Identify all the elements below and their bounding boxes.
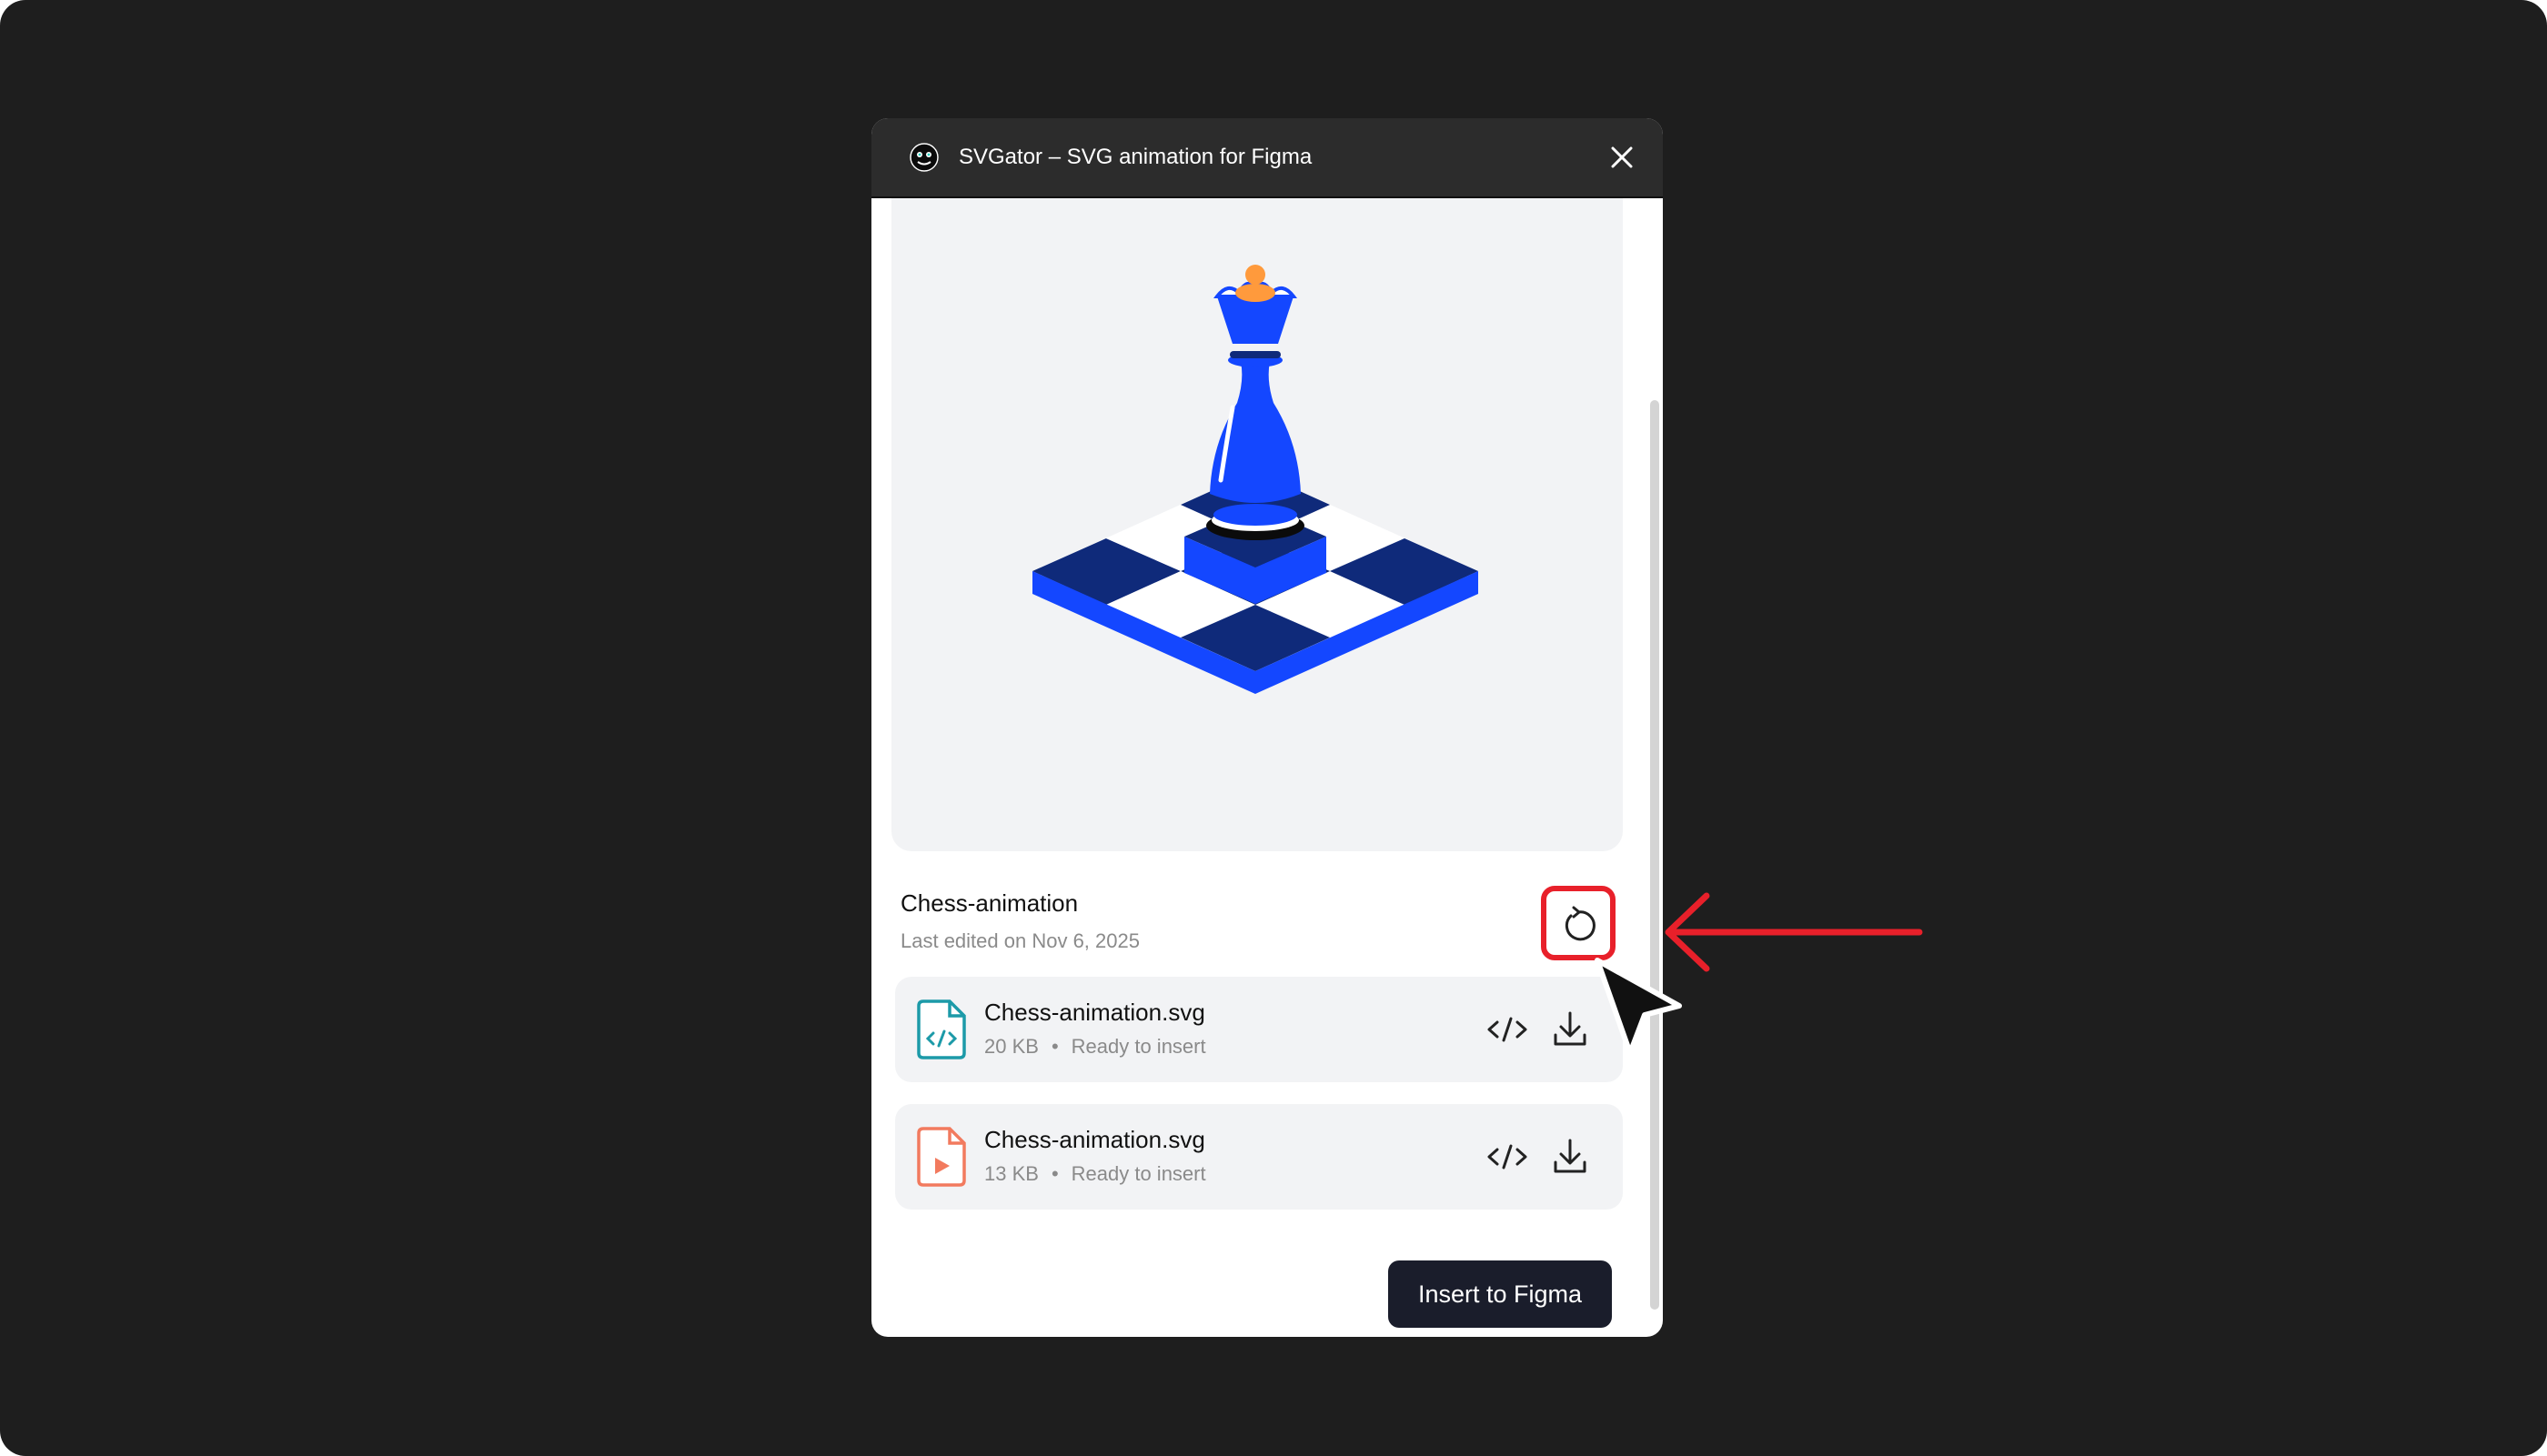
- mouse-cursor-icon: [1592, 955, 1692, 1064]
- file-name: Chess-animation.svg: [984, 999, 1205, 1026]
- meta-separator: •: [1051, 1035, 1059, 1058]
- app-backdrop: SVGator – SVG animation for Figma Chess-…: [0, 0, 2547, 1456]
- embed-code-icon[interactable]: [1485, 1139, 1530, 1175]
- scrollbar-thumb[interactable]: [1650, 400, 1659, 1310]
- close-icon[interactable]: [1604, 139, 1640, 176]
- svg-code-file-icon: [915, 999, 968, 1060]
- animation-preview: [891, 198, 1623, 851]
- file-meta: 20 KB • Ready to insert: [984, 1035, 1206, 1059]
- meta-separator: •: [1051, 1162, 1059, 1185]
- plugin-window: SVGator – SVG animation for Figma Chess-…: [871, 118, 1663, 1337]
- chess-queen-illustration: [1032, 265, 1478, 694]
- project-name: Chess-animation: [901, 889, 1079, 917]
- file-meta: 13 KB • Ready to insert: [984, 1162, 1206, 1186]
- file-size: 20 KB: [984, 1035, 1039, 1058]
- refresh-icon: [1541, 886, 1616, 960]
- file-name: Chess-animation.svg: [984, 1126, 1205, 1153]
- refresh-button[interactable]: [1541, 886, 1616, 960]
- file-status: Ready to insert: [1071, 1162, 1206, 1185]
- last-edited-date: Last edited on Nov 6, 2025: [901, 929, 1140, 952]
- red-arrow-annotation: [1656, 882, 1928, 982]
- file-card-animated-svg[interactable]: Chess-animation.svg 13 KB • Ready to inser…: [895, 1104, 1623, 1210]
- animated-svg-file-icon: [915, 1126, 968, 1188]
- file-size: 13 KB: [984, 1162, 1039, 1185]
- title-bar: SVGator – SVG animation for Figma: [871, 118, 1663, 198]
- embed-code-icon[interactable]: [1485, 1011, 1530, 1048]
- svgator-logo-icon: [910, 143, 939, 172]
- window-title: SVGator – SVG animation for Figma: [959, 145, 1313, 169]
- download-icon[interactable]: [1550, 1008, 1590, 1049]
- file-card-svg-code[interactable]: Chess-animation.svg 20 KB • Ready to inser…: [895, 977, 1623, 1082]
- insert-to-figma-button[interactable]: Insert to Figma: [1388, 1260, 1612, 1328]
- download-icon[interactable]: [1550, 1135, 1590, 1177]
- file-status: Ready to insert: [1071, 1035, 1206, 1058]
